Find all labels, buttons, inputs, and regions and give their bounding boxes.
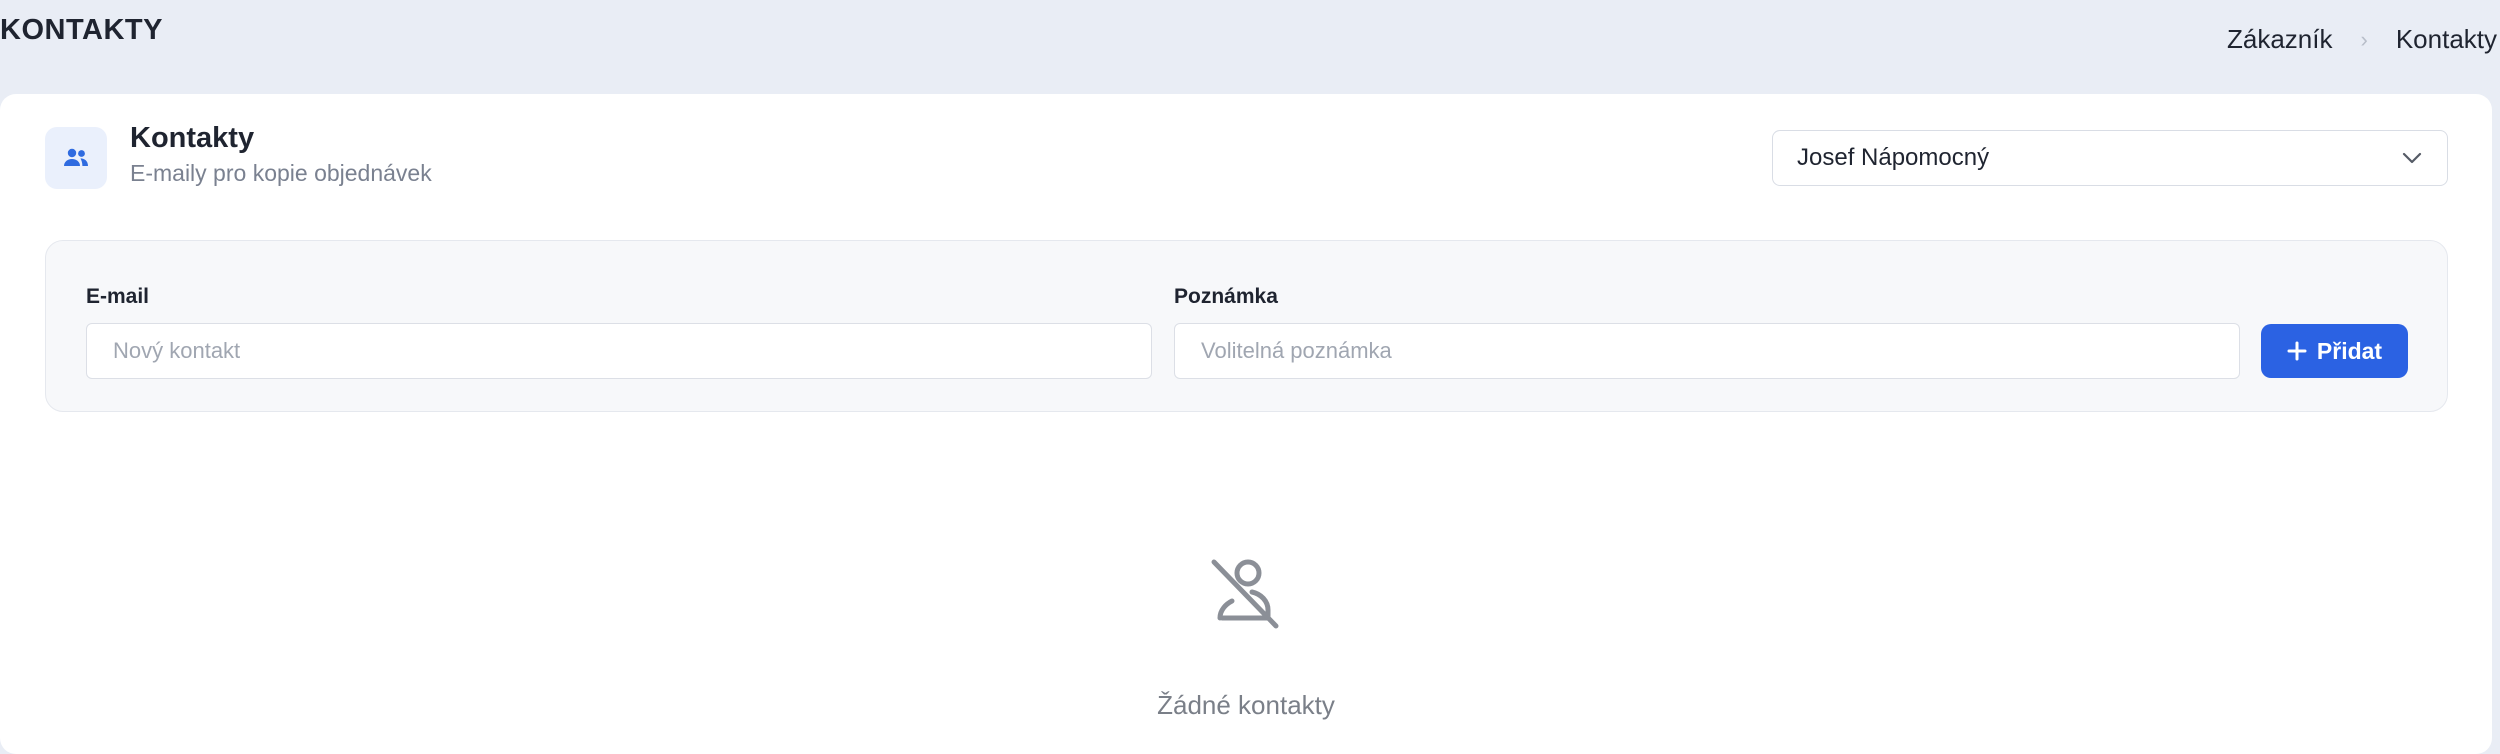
page-header: KONTAKTY Zákazník › Kontakty	[0, 0, 2500, 94]
add-contact-button-label: Přidat	[2316, 337, 2383, 364]
add-contact-button[interactable]: Přidat	[2261, 324, 2408, 378]
card-title: Kontakty	[130, 122, 255, 154]
breadcrumb-item-customer[interactable]: Zákazník	[2227, 24, 2333, 55]
email-input[interactable]	[86, 323, 1152, 379]
breadcrumb: Zákazník › Kontakty	[2227, 24, 2497, 55]
note-label: Poznámka	[1174, 285, 1278, 308]
card-subtitle: E-maily pro kopie objednávek	[130, 160, 432, 186]
chevron-down-icon	[2402, 152, 2422, 164]
breadcrumb-item-contacts: Kontakty	[2395, 24, 2497, 54]
user-off-icon	[1211, 559, 1279, 629]
users-icon	[45, 127, 107, 189]
empty-state-text: Žádné kontakty	[1157, 690, 1335, 720]
email-label: E-mail	[86, 285, 150, 308]
chevron-right-icon: ›	[2360, 26, 2368, 52]
customer-select[interactable]: Josef Nápomocný	[1772, 130, 2448, 186]
contacts-card: Kontakty E-maily pro kopie objednávek Jo…	[0, 94, 2492, 754]
note-input[interactable]	[1174, 323, 2240, 379]
add-contact-form: E-mail Poznámka Přidat	[45, 240, 2448, 412]
customer-select-value: Josef Nápomocný	[1797, 144, 1990, 171]
plus-icon	[2287, 341, 2307, 361]
page-title: KONTAKTY	[0, 14, 163, 46]
